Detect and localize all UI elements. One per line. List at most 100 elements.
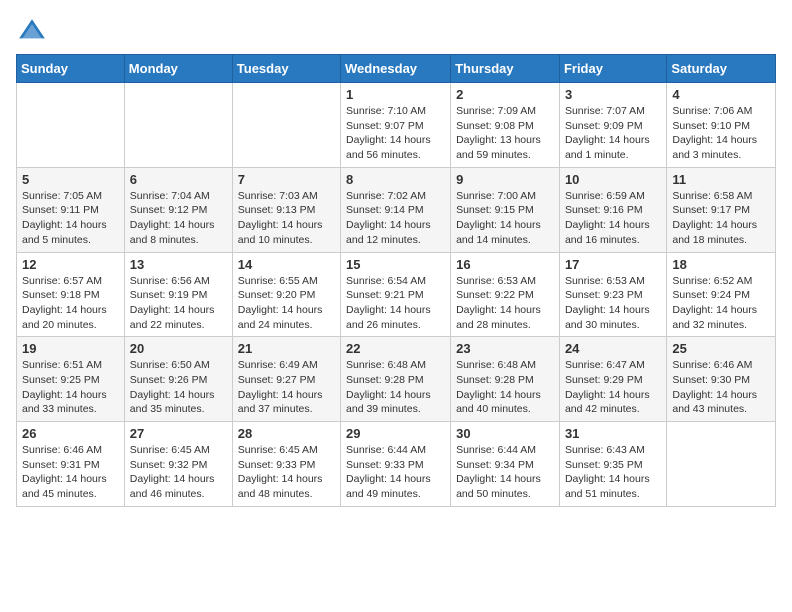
day-number: 5 <box>22 172 119 187</box>
calendar-cell: 31Sunrise: 6:43 AMSunset: 9:35 PMDayligh… <box>559 422 666 507</box>
day-number: 1 <box>346 87 445 102</box>
calendar-cell: 8 Sunrise: 7:02 AMSunset: 9:14 PMDaylight… <box>341 167 451 252</box>
weekday-header: Tuesday <box>232 55 340 83</box>
calendar-cell: 1 Sunrise: 7:10 AMSunset: 9:07 PMDaylight… <box>341 83 451 168</box>
calendar-cell: 17 Sunrise: 6:53 AMSunset: 9:23 PMDayligh… <box>559 252 666 337</box>
day-number: 8 <box>346 172 445 187</box>
calendar-cell: 14 Sunrise: 6:55 AMSunset: 9:20 PMDayligh… <box>232 252 340 337</box>
calendar-cell <box>667 422 776 507</box>
calendar-week-row: 26 Sunrise: 6:46 AMSunset: 9:31 PMDayligh… <box>17 422 776 507</box>
calendar-cell: 24 Sunrise: 6:47 AMSunset: 9:29 PMDayligh… <box>559 337 666 422</box>
calendar-cell: 4 Sunrise: 7:06 AMSunset: 9:10 PMDaylight… <box>667 83 776 168</box>
calendar-cell: 10 Sunrise: 6:59 AMSunset: 9:16 PMDayligh… <box>559 167 666 252</box>
calendar-cell: 28Sunrise: 6:45 AMSunset: 9:33 PMDayligh… <box>232 422 340 507</box>
day-number: 29 <box>346 426 445 441</box>
cell-content: Sunrise: 6:47 AMSunset: 9:29 PMDaylight:… <box>565 358 661 417</box>
cell-content: Sunrise: 6:54 AMSunset: 9:21 PMDaylight:… <box>346 274 445 333</box>
weekday-header: Friday <box>559 55 666 83</box>
day-number: 27 <box>130 426 227 441</box>
cell-content: Sunrise: 6:44 AMSunset: 9:33 PMDaylight:… <box>346 443 445 502</box>
calendar-cell: 6 Sunrise: 7:04 AMSunset: 9:12 PMDaylight… <box>124 167 232 252</box>
weekday-header: Thursday <box>451 55 560 83</box>
cell-content: Sunrise: 6:45 AMSunset: 9:33 PMDaylight:… <box>238 443 335 502</box>
calendar-cell: 19Sunrise: 6:51 AMSunset: 9:25 PMDayligh… <box>17 337 125 422</box>
cell-content: Sunrise: 6:59 AMSunset: 9:16 PMDaylight:… <box>565 189 661 248</box>
logo-icon <box>16 16 48 48</box>
day-number: 15 <box>346 257 445 272</box>
calendar-cell: 15 Sunrise: 6:54 AMSunset: 9:21 PMDayligh… <box>341 252 451 337</box>
cell-content: Sunrise: 6:49 AMSunset: 9:27 PMDaylight:… <box>238 358 335 417</box>
calendar-cell: 23 Sunrise: 6:48 AMSunset: 9:28 PMDayligh… <box>451 337 560 422</box>
day-number: 17 <box>565 257 661 272</box>
calendar-cell: 27 Sunrise: 6:45 AMSunset: 9:32 PMDayligh… <box>124 422 232 507</box>
cell-content: Sunrise: 6:50 AMSunset: 9:26 PMDaylight:… <box>130 358 227 417</box>
cell-content: Sunrise: 7:06 AMSunset: 9:10 PMDaylight:… <box>672 104 770 163</box>
day-number: 6 <box>130 172 227 187</box>
day-number: 11 <box>672 172 770 187</box>
day-number: 21 <box>238 341 335 356</box>
cell-content: Sunrise: 7:09 AMSunset: 9:08 PMDaylight:… <box>456 104 554 163</box>
day-number: 16 <box>456 257 554 272</box>
cell-content: Sunrise: 6:46 AMSunset: 9:30 PMDaylight:… <box>672 358 770 417</box>
day-number: 24 <box>565 341 661 356</box>
day-number: 31 <box>565 426 661 441</box>
cell-content: Sunrise: 7:00 AMSunset: 9:15 PMDaylight:… <box>456 189 554 248</box>
cell-content: Sunrise: 6:44 AMSunset: 9:34 PMDaylight:… <box>456 443 554 502</box>
cell-content: Sunrise: 7:10 AMSunset: 9:07 PMDaylight:… <box>346 104 445 163</box>
calendar-cell: 9Sunrise: 7:00 AMSunset: 9:15 PMDaylight… <box>451 167 560 252</box>
cell-content: Sunrise: 6:48 AMSunset: 9:28 PMDaylight:… <box>456 358 554 417</box>
cell-content: Sunrise: 7:07 AMSunset: 9:09 PMDaylight:… <box>565 104 661 163</box>
calendar-cell: 20 Sunrise: 6:50 AMSunset: 9:26 PMDayligh… <box>124 337 232 422</box>
cell-content: Sunrise: 7:05 AMSunset: 9:11 PMDaylight:… <box>22 189 119 248</box>
cell-content: Sunrise: 6:55 AMSunset: 9:20 PMDaylight:… <box>238 274 335 333</box>
day-number: 10 <box>565 172 661 187</box>
calendar-cell: 29 Sunrise: 6:44 AMSunset: 9:33 PMDayligh… <box>341 422 451 507</box>
day-number: 30 <box>456 426 554 441</box>
cell-content: Sunrise: 6:53 AMSunset: 9:22 PMDaylight:… <box>456 274 554 333</box>
calendar-cell: 2 Sunrise: 7:09 AMSunset: 9:08 PMDaylight… <box>451 83 560 168</box>
cell-content: Sunrise: 6:53 AMSunset: 9:23 PMDaylight:… <box>565 274 661 333</box>
day-number: 20 <box>130 341 227 356</box>
calendar-cell: 12Sunrise: 6:57 AMSunset: 9:18 PMDayligh… <box>17 252 125 337</box>
calendar-table: SundayMondayTuesdayWednesdayThursdayFrid… <box>16 54 776 507</box>
calendar-cell: 7Sunrise: 7:03 AMSunset: 9:13 PMDaylight… <box>232 167 340 252</box>
cell-content: Sunrise: 6:57 AMSunset: 9:18 PMDaylight:… <box>22 274 119 333</box>
calendar-week-row: 1 Sunrise: 7:10 AMSunset: 9:07 PMDaylight… <box>17 83 776 168</box>
cell-content: Sunrise: 7:03 AMSunset: 9:13 PMDaylight:… <box>238 189 335 248</box>
weekday-header-row: SundayMondayTuesdayWednesdayThursdayFrid… <box>17 55 776 83</box>
calendar-week-row: 12Sunrise: 6:57 AMSunset: 9:18 PMDayligh… <box>17 252 776 337</box>
cell-content: Sunrise: 7:02 AMSunset: 9:14 PMDaylight:… <box>346 189 445 248</box>
day-number: 13 <box>130 257 227 272</box>
page-header <box>16 16 776 48</box>
cell-content: Sunrise: 6:56 AMSunset: 9:19 PMDaylight:… <box>130 274 227 333</box>
calendar-cell: 11 Sunrise: 6:58 AMSunset: 9:17 PMDayligh… <box>667 167 776 252</box>
calendar-cell <box>124 83 232 168</box>
day-number: 26 <box>22 426 119 441</box>
calendar-cell: 16 Sunrise: 6:53 AMSunset: 9:22 PMDayligh… <box>451 252 560 337</box>
cell-content: Sunrise: 6:58 AMSunset: 9:17 PMDaylight:… <box>672 189 770 248</box>
weekday-header: Monday <box>124 55 232 83</box>
calendar-cell: 30 Sunrise: 6:44 AMSunset: 9:34 PMDayligh… <box>451 422 560 507</box>
day-number: 4 <box>672 87 770 102</box>
calendar-cell: 26 Sunrise: 6:46 AMSunset: 9:31 PMDayligh… <box>17 422 125 507</box>
day-number: 25 <box>672 341 770 356</box>
day-number: 23 <box>456 341 554 356</box>
calendar-cell <box>232 83 340 168</box>
calendar-cell: 5 Sunrise: 7:05 AMSunset: 9:11 PMDaylight… <box>17 167 125 252</box>
cell-content: Sunrise: 6:48 AMSunset: 9:28 PMDaylight:… <box>346 358 445 417</box>
cell-content: Sunrise: 6:46 AMSunset: 9:31 PMDaylight:… <box>22 443 119 502</box>
day-number: 14 <box>238 257 335 272</box>
weekday-header: Saturday <box>667 55 776 83</box>
day-number: 2 <box>456 87 554 102</box>
calendar-week-row: 5 Sunrise: 7:05 AMSunset: 9:11 PMDaylight… <box>17 167 776 252</box>
day-number: 18 <box>672 257 770 272</box>
calendar-cell <box>17 83 125 168</box>
cell-content: Sunrise: 7:04 AMSunset: 9:12 PMDaylight:… <box>130 189 227 248</box>
weekday-header: Wednesday <box>341 55 451 83</box>
day-number: 22 <box>346 341 445 356</box>
calendar-cell: 18 Sunrise: 6:52 AMSunset: 9:24 PMDayligh… <box>667 252 776 337</box>
cell-content: Sunrise: 6:45 AMSunset: 9:32 PMDaylight:… <box>130 443 227 502</box>
calendar-cell: 21 Sunrise: 6:49 AMSunset: 9:27 PMDayligh… <box>232 337 340 422</box>
calendar-cell: 3Sunrise: 7:07 AMSunset: 9:09 PMDaylight… <box>559 83 666 168</box>
cell-content: Sunrise: 6:52 AMSunset: 9:24 PMDaylight:… <box>672 274 770 333</box>
